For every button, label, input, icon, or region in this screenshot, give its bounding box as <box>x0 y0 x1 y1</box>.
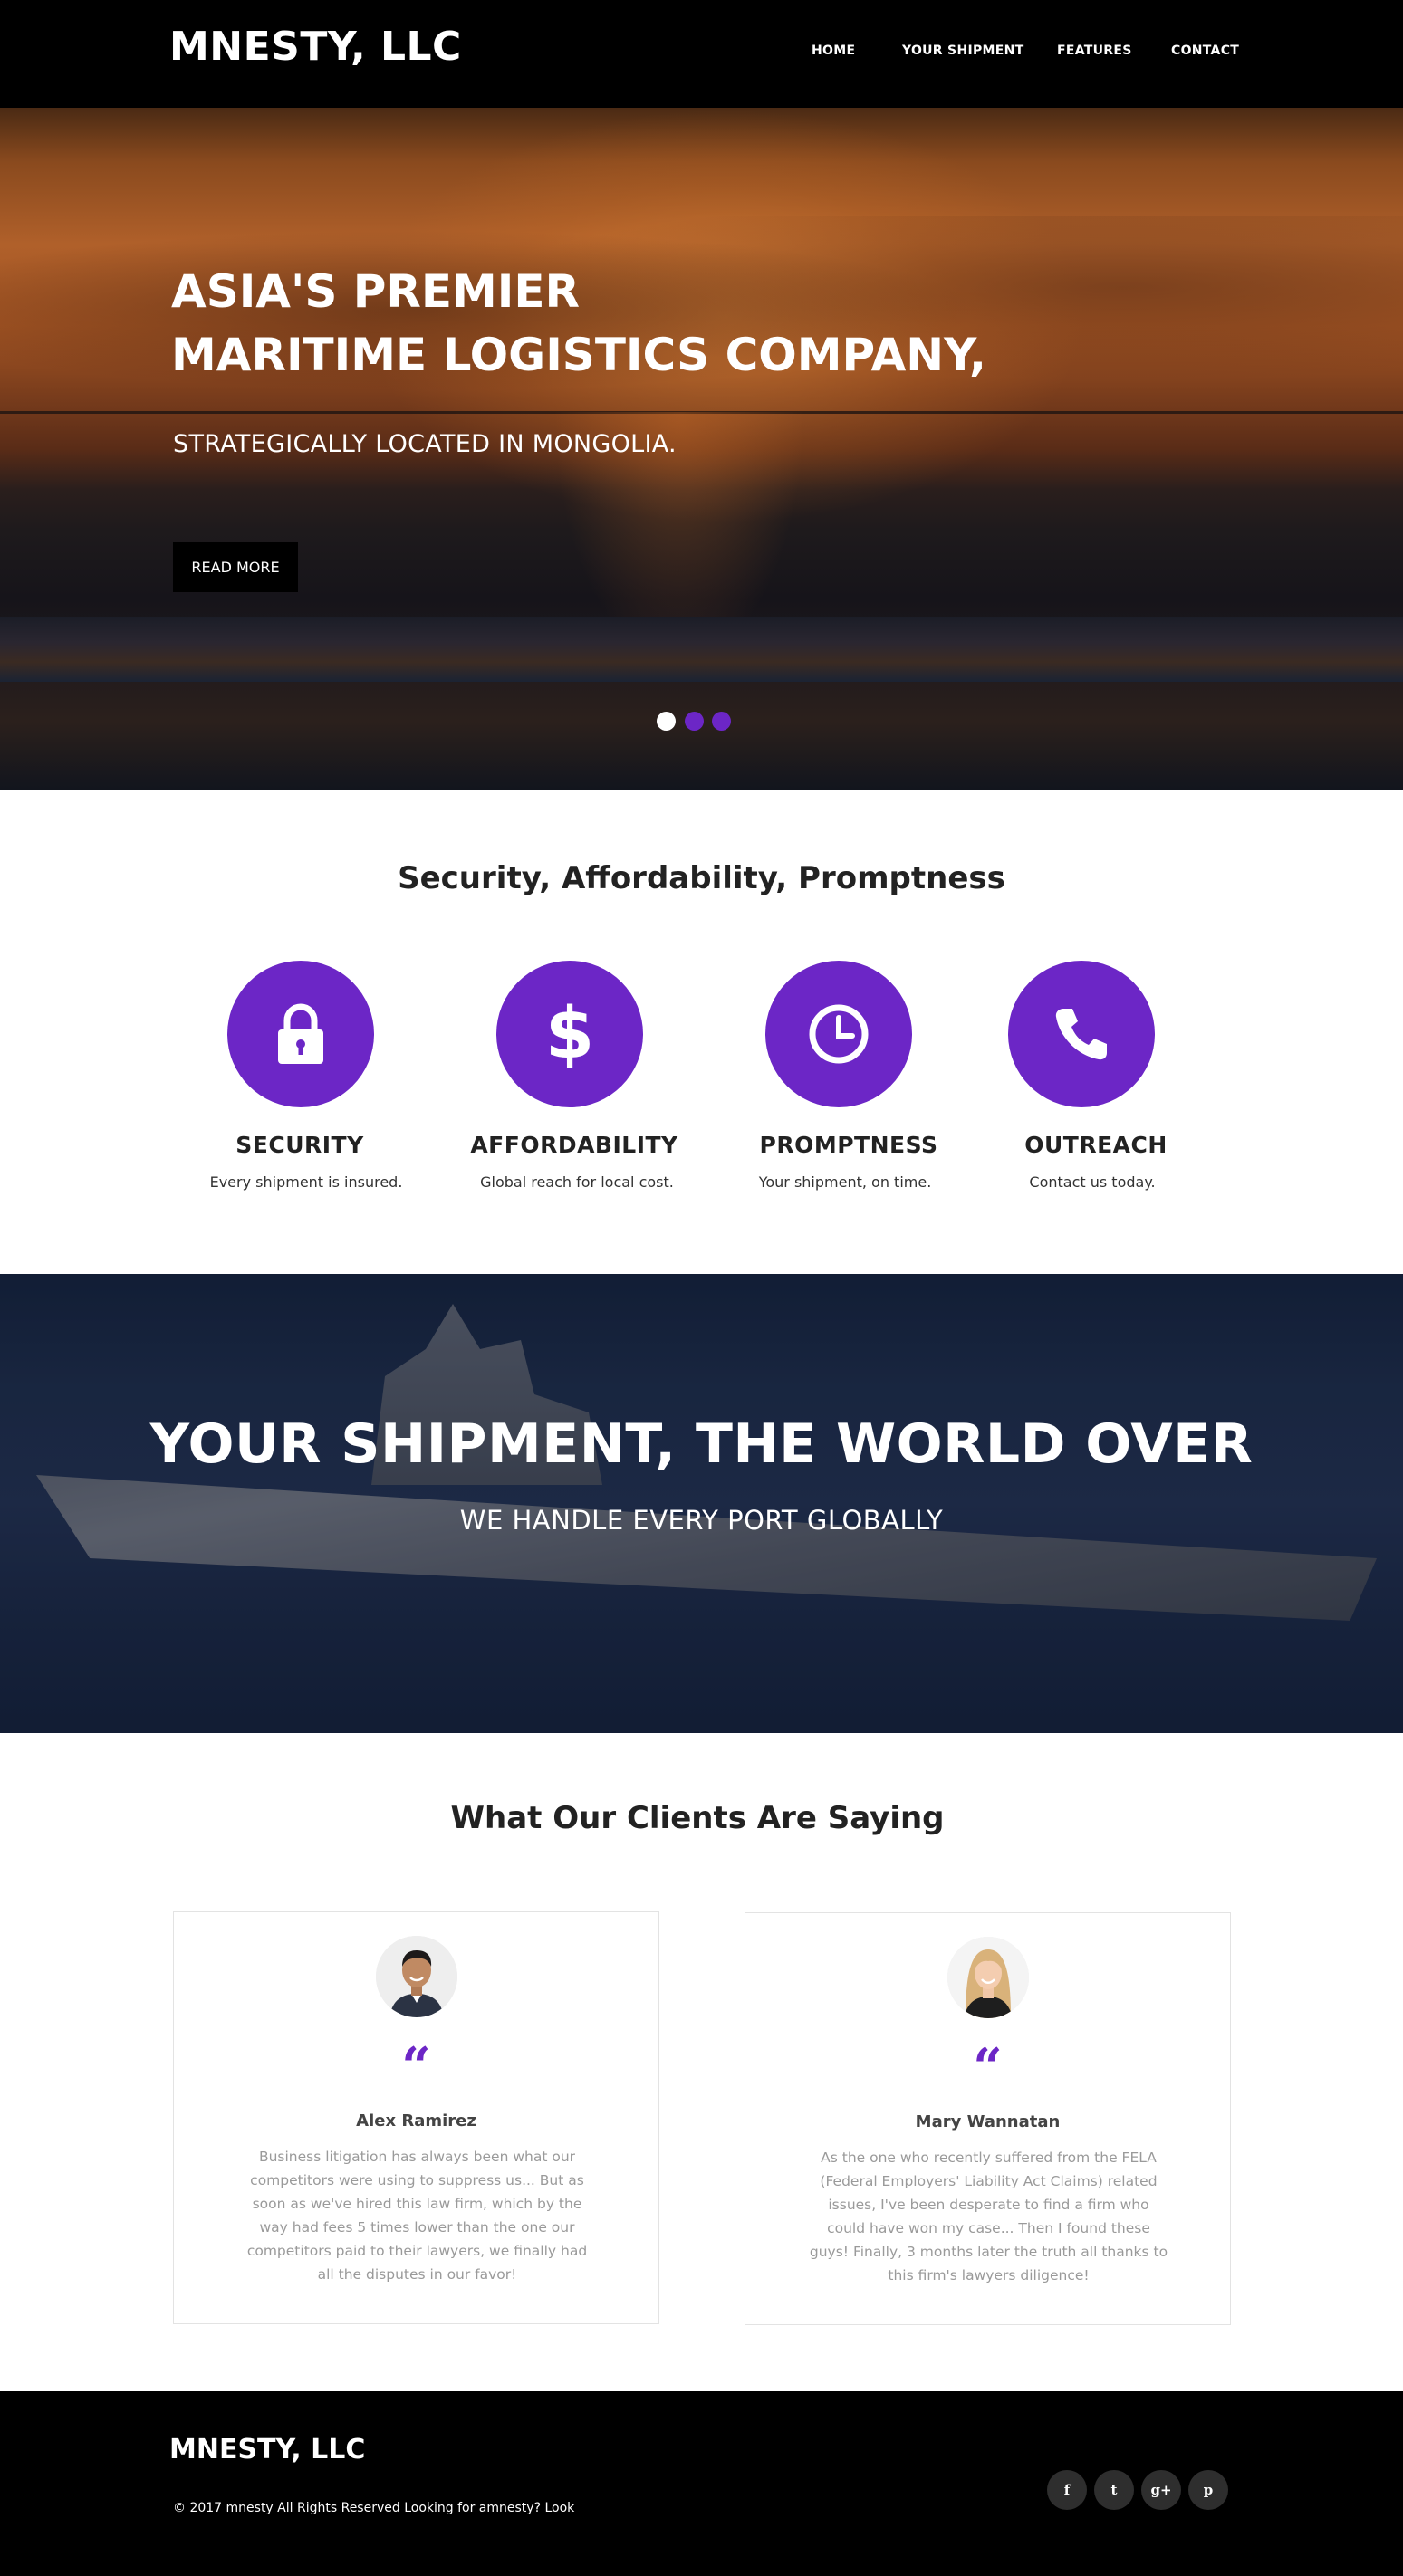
feature-desc-security: Every shipment is insured. <box>209 1173 403 1191</box>
hero-title: ASIA'S PREMIER MARITIME LOGISTICS COMPAN… <box>171 260 986 387</box>
footer-copyright: © 2017 mnesty All Rights Reserved Lookin… <box>173 2501 575 2515</box>
testimonial-name: Mary Wannatan <box>915 2112 1061 2131</box>
feature-desc-outreach: Contact us today. <box>1029 1173 1156 1191</box>
nav-features[interactable]: FEATURES <box>1057 43 1132 58</box>
lock-icon <box>278 1003 323 1064</box>
quote-icon: “ <box>401 2036 431 2096</box>
slider-dot-3[interactable] <box>712 712 731 731</box>
outreach-feature-circle[interactable] <box>1008 961 1155 1107</box>
feature-title-security: SECURITY <box>235 1132 364 1158</box>
quote-icon: “ <box>973 2037 1003 2097</box>
dollar-icon: $ <box>544 993 595 1075</box>
feature-title-promptness: PROMPTNESS <box>759 1132 938 1158</box>
promptness-feature-circle <box>765 961 912 1107</box>
nav-home[interactable]: HOME <box>812 43 855 58</box>
affordability-feature-circle: $ <box>496 961 643 1107</box>
slider-dot-2[interactable] <box>685 712 704 731</box>
testimonial-name: Alex Ramirez <box>356 2112 476 2131</box>
avatar <box>376 1936 457 2017</box>
testimonials-heading: What Our Clients Are Saying <box>450 1800 945 1836</box>
testimonial-text: As the one who recently suffered from th… <box>809 2150 1168 2284</box>
ship-overlay <box>0 1274 1403 1733</box>
avatar-woman-image <box>947 1937 1029 2018</box>
facebook-icon[interactable]: f <box>1047 2470 1087 2510</box>
nav-contact[interactable]: CONTACT <box>1171 43 1239 58</box>
twitter-icon[interactable]: t <box>1094 2470 1134 2510</box>
hero-title-line-2: MARITIME LOGISTICS COMPANY, <box>171 329 987 381</box>
avatar <box>947 1937 1029 2018</box>
slider-dot-1[interactable] <box>657 712 676 731</box>
pinterest-icon[interactable]: p <box>1188 2470 1228 2510</box>
nav-your-shipment[interactable]: YOUR SHIPMENT <box>902 43 1024 58</box>
testimonial-card: “ Mary Wannatan As the one who recently … <box>745 1912 1231 2325</box>
feature-desc-affordability: Global reach for local cost. <box>480 1173 674 1191</box>
phone-icon <box>1055 1009 1107 1060</box>
feature-title-affordability: AFFORDABILITY <box>470 1132 678 1158</box>
clock-icon <box>809 1004 869 1064</box>
hero-bottom-strip <box>0 617 1403 682</box>
ship-banner-subtitle: WE HANDLE EVERY PORT GLOBALLY <box>459 1505 944 1536</box>
feature-desc-promptness: Your shipment, on time. <box>758 1173 932 1191</box>
security-feature-circle <box>227 961 374 1107</box>
hero-title-line-1: ASIA'S PREMIER <box>171 265 581 318</box>
testimonial-text: Business litigation has always been what… <box>246 2149 588 2283</box>
testimonial-card: “ Alex Ramirez Business litigation has a… <box>173 1911 659 2324</box>
site-logo[interactable]: MNESTY, LLC <box>169 24 462 70</box>
features-heading: Security, Affordability, Promptness <box>398 860 1005 896</box>
hero-subtitle: STRATEGICALLY LOCATED IN MONGOLIA. <box>173 430 677 458</box>
footer-logo[interactable]: MNESTY, LLC <box>169 2434 365 2466</box>
google-plus-icon[interactable]: g+ <box>1141 2470 1181 2510</box>
feature-title-outreach: OUTREACH <box>1024 1132 1168 1158</box>
ship-banner-title: YOUR SHIPMENT, THE WORLD OVER <box>149 1412 1254 1476</box>
avatar-man-image <box>376 1936 457 2017</box>
read-more-button[interactable]: READ MORE <box>173 542 298 592</box>
